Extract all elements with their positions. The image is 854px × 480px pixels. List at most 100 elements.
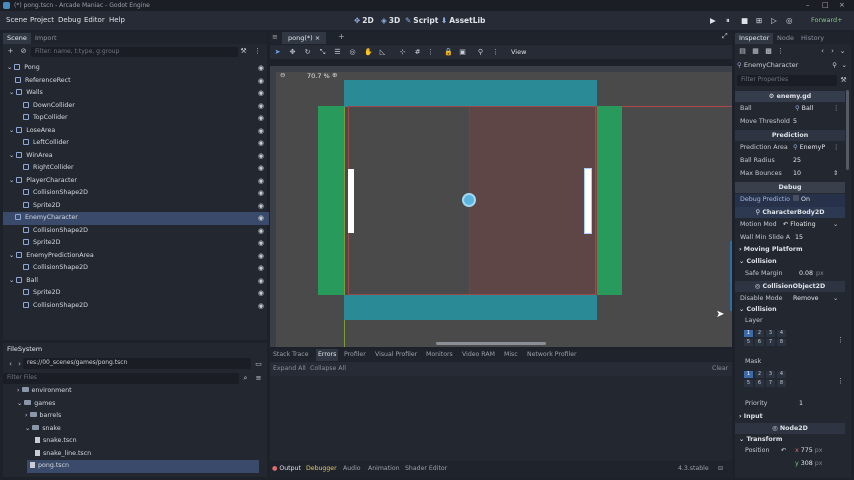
- forward-icon[interactable]: ›: [16, 361, 23, 368]
- layer-cell[interactable]: 1: [744, 330, 753, 337]
- pivot-tool-icon[interactable]: ◎: [349, 49, 356, 56]
- inspector-object-row[interactable]: ⚲ EnemyCharacter ⚲ ⌄: [737, 60, 849, 71]
- tree-node-rightcollider[interactable]: RightCollider ◉: [3, 162, 269, 175]
- prop-value[interactable]: 15: [795, 232, 803, 245]
- spinner-icon[interactable]: ⇕: [833, 168, 838, 181]
- tab-animation[interactable]: Animation: [368, 463, 400, 475]
- prop-position-y[interactable]: y 308 px: [795, 458, 823, 471]
- mask-cell[interactable]: 6: [755, 380, 764, 387]
- prop-position-x[interactable]: x 775 px: [795, 445, 823, 458]
- open-resource-icon[interactable]: ▦: [752, 48, 759, 55]
- menu-debug[interactable]: Debug: [58, 16, 81, 24]
- checkbox-icon[interactable]: [793, 195, 799, 201]
- link-icon[interactable]: ⊘: [20, 48, 27, 55]
- new-resource-icon[interactable]: ▤: [739, 48, 746, 55]
- object-info-icon[interactable]: ⚲: [832, 60, 837, 71]
- layer-cell[interactable]: 5: [744, 339, 753, 346]
- mask-grid[interactable]: 1 2 3 4 5 6 7 8: [744, 371, 789, 391]
- tree-node-enemypredictionarea[interactable]: ⌄ EnemyPredictionArea ◉: [3, 250, 269, 263]
- tree-node-sprite2d[interactable]: Sprite2D ◉: [3, 237, 269, 250]
- fs-item-pong-tscn[interactable]: pong.tscn: [27, 460, 259, 473]
- play-icon[interactable]: ▶: [710, 16, 716, 25]
- tab-network-profiler[interactable]: Network Profiler: [527, 349, 577, 361]
- pause-icon[interactable]: ⏸: [726, 16, 730, 26]
- prop-ball[interactable]: Ball ⚲ Ball ⋮: [735, 103, 845, 116]
- collision-subgroup[interactable]: ⌄ Collision: [739, 306, 777, 313]
- prop-ball-radius[interactable]: Ball Radius 25: [735, 155, 845, 168]
- prop-value[interactable]: 10: [793, 168, 801, 181]
- history-back-icon[interactable]: ‹: [819, 48, 826, 55]
- tab-monitors[interactable]: Monitors: [426, 349, 453, 361]
- clear-button[interactable]: Clear: [712, 365, 728, 372]
- visibility-eye-icon[interactable]: ◉: [258, 287, 264, 300]
- mask-cell[interactable]: 2: [755, 371, 764, 378]
- scale-tool-icon[interactable]: ⤡: [319, 49, 326, 56]
- layer-menu-icon[interactable]: ⋮: [837, 336, 844, 344]
- prop-max-bounces[interactable]: Max Bounces 10 ⇕: [735, 168, 845, 181]
- top-wall[interactable]: [344, 80, 597, 107]
- tree-node-sprite2d[interactable]: Sprite2D ◉: [3, 287, 269, 300]
- tree-node-topcollider[interactable]: TopCollider ◉: [3, 112, 269, 125]
- layout-icon[interactable]: ⊟: [718, 463, 723, 475]
- movie-icon[interactable]: ◎: [786, 16, 793, 25]
- workspace-script[interactable]: ✎ Script: [405, 16, 438, 25]
- tree-node-downcollider[interactable]: DownCollider ◉: [3, 100, 269, 113]
- prop-value[interactable]: 25: [793, 155, 801, 168]
- expand-all-button[interactable]: Expand All: [273, 365, 306, 372]
- workspace-3d[interactable]: ◈ 3D: [381, 16, 400, 25]
- resource-menu-icon[interactable]: ⋮: [777, 48, 784, 55]
- tab-stack-trace[interactable]: Stack Trace: [273, 349, 309, 361]
- minimize-icon[interactable]: –: [806, 0, 810, 11]
- tab-node[interactable]: Node: [773, 33, 798, 44]
- inspector-scrollbar[interactable]: [846, 90, 849, 170]
- remote-debug-icon[interactable]: ⊞: [756, 16, 762, 25]
- visibility-eye-icon[interactable]: ◉: [258, 262, 264, 275]
- lose-area[interactable]: [318, 106, 344, 295]
- tree-node-pong[interactable]: ⌄ Pong ◉: [3, 62, 269, 75]
- tab-import[interactable]: Import: [31, 33, 61, 44]
- moving-platform-group[interactable]: › Moving Platform: [739, 246, 803, 253]
- mask-cell[interactable]: 1: [744, 371, 753, 378]
- fs-item-environment[interactable]: › environment: [17, 385, 72, 398]
- select-tool-icon[interactable]: ➤: [274, 49, 281, 56]
- mask-cell[interactable]: 4: [777, 371, 786, 378]
- tab-shader-editor[interactable]: Shader Editor: [405, 463, 447, 475]
- scene-list-icon[interactable]: ≡: [272, 33, 278, 41]
- player-paddle[interactable]: [348, 169, 354, 233]
- mask-cell[interactable]: 5: [744, 380, 753, 387]
- rotate-tool-icon[interactable]: ↻: [304, 49, 311, 56]
- back-icon[interactable]: ‹: [7, 361, 14, 368]
- object-menu-icon[interactable]: ⌄: [842, 60, 847, 71]
- stop-icon[interactable]: ■: [741, 16, 748, 25]
- fs-item-games[interactable]: ⌄ games: [17, 398, 55, 411]
- filesystem-filter-input[interactable]: Filter Files: [3, 373, 239, 384]
- win-area[interactable]: [597, 106, 622, 295]
- workspace-assetlib[interactable]: ⬇ AssetLib: [441, 16, 485, 25]
- sort-icon[interactable]: ≡: [255, 375, 262, 382]
- tree-node-sprite2d[interactable]: Sprite2D ◉: [3, 200, 269, 213]
- dropdown-icon[interactable]: ⌄: [833, 293, 838, 306]
- visibility-eye-icon[interactable]: ◉: [258, 75, 264, 88]
- list-select-icon[interactable]: ☰: [334, 49, 341, 56]
- fs-item-snake[interactable]: ⌄ snake: [25, 423, 61, 436]
- close-tab-icon[interactable]: ×: [315, 34, 320, 42]
- menu-project[interactable]: Project: [30, 16, 54, 24]
- visibility-eye-icon[interactable]: ◉: [258, 212, 264, 225]
- zoom-level[interactable]: 70.7 %: [307, 72, 330, 80]
- split-view-icon[interactable]: ▭: [255, 361, 262, 368]
- fs-item-snake-tscn[interactable]: snake.tscn: [35, 435, 77, 448]
- tree-node-collisionshape2d[interactable]: CollisionShape2D ◉: [3, 187, 269, 200]
- zoom-in-icon[interactable]: ⊕: [332, 71, 337, 79]
- tree-node-leftcollider[interactable]: LeftCollider ◉: [3, 137, 269, 150]
- play-scene-icon[interactable]: ▷: [771, 16, 777, 25]
- revert-icon[interactable]: ↶: [783, 221, 788, 228]
- enemy-paddle[interactable]: [584, 168, 592, 234]
- visibility-eye-icon[interactable]: ◉: [258, 225, 264, 238]
- prop-value-debug[interactable]: On: [793, 194, 810, 207]
- tab-video-ram[interactable]: Video RAM: [462, 349, 495, 361]
- layer-cell[interactable]: 3: [766, 330, 775, 337]
- tree-node-walls[interactable]: ⌄ Walls ◉: [3, 87, 269, 100]
- prop-value-motion[interactable]: ↶ Floating: [783, 219, 816, 232]
- prop-safe-margin[interactable]: Safe Margin 0.08 px: [735, 268, 845, 281]
- collapse-all-button[interactable]: Collapse All: [310, 365, 346, 372]
